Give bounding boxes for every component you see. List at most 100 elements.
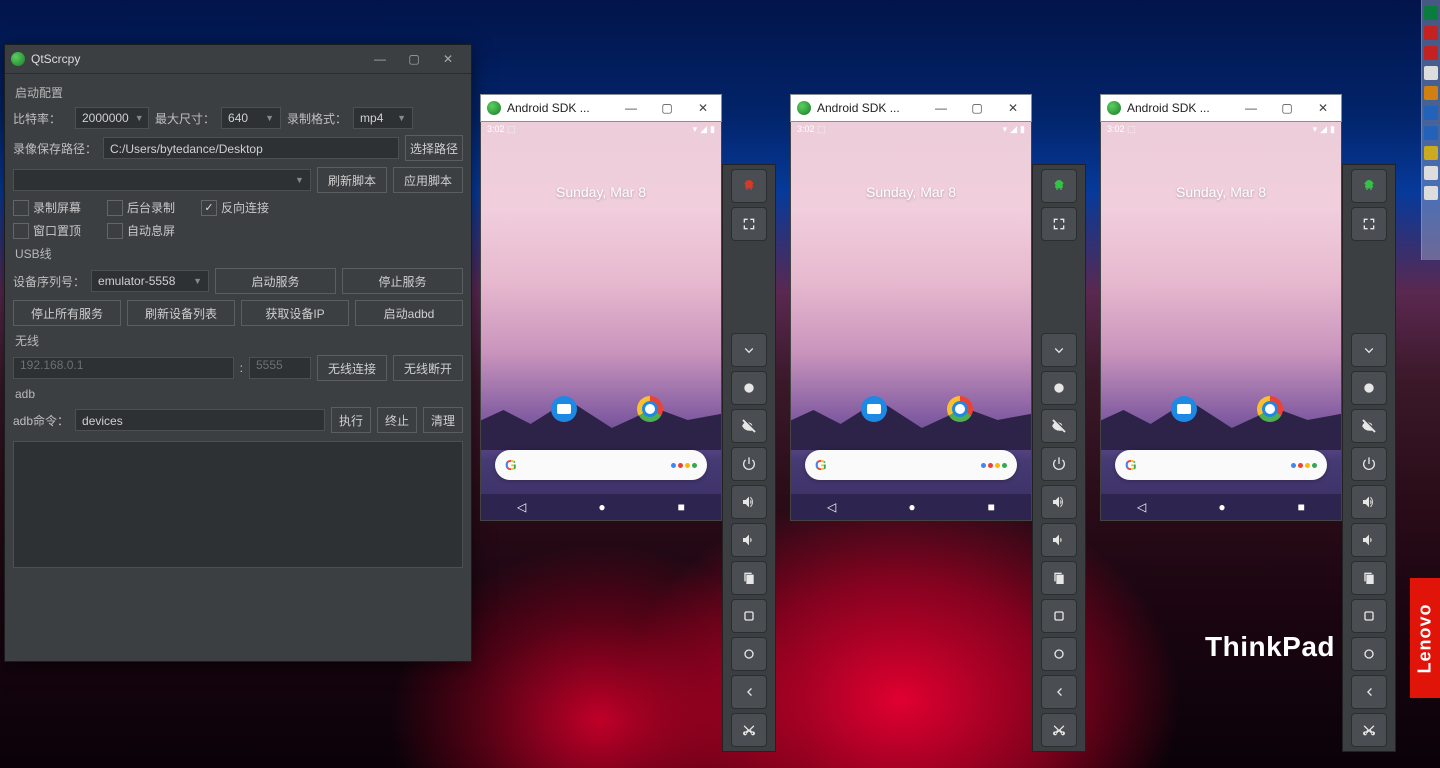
adb-output[interactable] <box>13 441 463 568</box>
serial-select[interactable]: emulator-5558▼ <box>91 270 209 292</box>
assistant-icon[interactable] <box>981 463 1007 468</box>
screen-edge-toolbar[interactable] <box>1421 0 1440 260</box>
minimize-button[interactable]: ― <box>363 45 397 73</box>
phone-screen-1[interactable]: 3:02 ⬚ ▾◢▮ Sunday, Mar 8 G ◁ ● ■ <box>480 122 722 521</box>
adb-terminate-button[interactable]: 终止 <box>377 407 417 433</box>
stop-all-button[interactable]: 停止所有服务 <box>13 300 121 326</box>
script-select[interactable]: ▼ <box>13 169 311 191</box>
assistant-icon[interactable] <box>1291 463 1317 468</box>
assistant-icon[interactable] <box>671 463 697 468</box>
minimize-button[interactable]: ― <box>613 95 649 121</box>
back-button[interactable] <box>1351 675 1387 709</box>
touch-point-button[interactable] <box>1351 371 1387 405</box>
volume-down-button[interactable] <box>1351 523 1387 557</box>
nav-back-icon[interactable]: ◁ <box>517 500 526 514</box>
record-screen-checkbox[interactable] <box>13 200 29 216</box>
volume-up-button[interactable] <box>731 485 767 519</box>
home-button[interactable] <box>731 637 767 671</box>
adb-clear-button[interactable]: 清理 <box>423 407 463 433</box>
window-top-checkbox[interactable] <box>13 223 29 239</box>
screenshot-button[interactable] <box>1041 713 1077 747</box>
fullscreen-button[interactable] <box>1041 207 1077 241</box>
maximize-button[interactable]: ▢ <box>397 45 431 73</box>
messages-app-icon[interactable] <box>551 396 577 422</box>
phone-screen-3[interactable]: 3:02 ⬚ ▾◢▮ Sunday, Mar 8 G ◁ ● ■ <box>1100 122 1342 521</box>
google-search-bar[interactable]: G <box>805 450 1017 480</box>
bitrate-select[interactable]: 2000000▼ <box>75 107 149 129</box>
nav-home-icon[interactable]: ● <box>908 500 915 514</box>
get-ip-button[interactable]: 获取设备IP <box>241 300 349 326</box>
maximize-button[interactable]: ▢ <box>959 95 995 121</box>
messages-app-icon[interactable] <box>861 396 887 422</box>
refresh-devices-button[interactable]: 刷新设备列表 <box>127 300 235 326</box>
volume-up-button[interactable] <box>1041 485 1077 519</box>
nav-recents-icon[interactable]: ■ <box>1298 500 1305 514</box>
qtscrcpy-titlebar[interactable]: QtScrcpy ― ▢ ✕ <box>5 45 471 74</box>
expand-notification-button[interactable] <box>1041 333 1077 367</box>
close-button[interactable]: ✕ <box>1305 95 1341 121</box>
touch-toggle-button[interactable] <box>1351 169 1387 203</box>
app-switch-button[interactable] <box>731 599 767 633</box>
adb-cmd-input[interactable]: devices <box>75 409 325 431</box>
touch-toggle-button[interactable] <box>1041 169 1077 203</box>
start-adbd-button[interactable]: 启动adbd <box>355 300 463 326</box>
nav-back-icon[interactable]: ◁ <box>827 500 836 514</box>
google-search-bar[interactable]: G <box>495 450 707 480</box>
app-switch-button[interactable] <box>1351 599 1387 633</box>
wireless-connect-button[interactable]: 无线连接 <box>317 355 387 381</box>
copy-button[interactable] <box>731 561 767 595</box>
choose-path-button[interactable]: 选择路径 <box>405 135 463 161</box>
screen-off-button[interactable] <box>731 409 767 443</box>
home-button[interactable] <box>1351 637 1387 671</box>
screen-off-button[interactable] <box>1351 409 1387 443</box>
nav-home-icon[interactable]: ● <box>1218 500 1225 514</box>
auto-off-checkbox[interactable] <box>107 223 123 239</box>
google-search-bar[interactable]: G <box>1115 450 1327 480</box>
android-titlebar-3[interactable]: Android SDK ... ― ▢ ✕ <box>1100 94 1342 122</box>
power-button[interactable] <box>1351 447 1387 481</box>
expand-notification-button[interactable] <box>731 333 767 367</box>
volume-down-button[interactable] <box>1041 523 1077 557</box>
fullscreen-button[interactable] <box>731 207 767 241</box>
power-button[interactable] <box>731 447 767 481</box>
app-switch-button[interactable] <box>1041 599 1077 633</box>
copy-button[interactable] <box>1351 561 1387 595</box>
back-button[interactable] <box>731 675 767 709</box>
adb-execute-button[interactable]: 执行 <box>331 407 371 433</box>
minimize-button[interactable]: ― <box>1233 95 1269 121</box>
nav-home-icon[interactable]: ● <box>598 500 605 514</box>
volume-up-button[interactable] <box>1351 485 1387 519</box>
chrome-app-icon[interactable] <box>1257 396 1283 422</box>
reverse-connect-checkbox[interactable]: ✓ <box>201 200 217 216</box>
back-button[interactable] <box>1041 675 1077 709</box>
refresh-script-button[interactable]: 刷新脚本 <box>317 167 387 193</box>
touch-toggle-button[interactable] <box>731 169 767 203</box>
home-button[interactable] <box>1041 637 1077 671</box>
minimize-button[interactable]: ― <box>923 95 959 121</box>
apply-script-button[interactable]: 应用脚本 <box>393 167 463 193</box>
recpath-input[interactable]: C:/Users/bytedance/Desktop <box>103 137 399 159</box>
android-titlebar-2[interactable]: Android SDK ... ― ▢ ✕ <box>790 94 1032 122</box>
maximize-button[interactable]: ▢ <box>649 95 685 121</box>
screenshot-button[interactable] <box>1351 713 1387 747</box>
close-button[interactable]: ✕ <box>685 95 721 121</box>
touch-point-button[interactable] <box>1041 371 1077 405</box>
wireless-disconnect-button[interactable]: 无线断开 <box>393 355 463 381</box>
recformat-select[interactable]: mp4▼ <box>353 107 413 129</box>
nav-recents-icon[interactable]: ■ <box>988 500 995 514</box>
start-service-button[interactable]: 启动服务 <box>215 268 336 294</box>
copy-button[interactable] <box>1041 561 1077 595</box>
maxsize-select[interactable]: 640▼ <box>221 107 281 129</box>
ip-input[interactable]: 192.168.0.1 <box>13 357 234 379</box>
chrome-app-icon[interactable] <box>947 396 973 422</box>
volume-down-button[interactable] <box>731 523 767 557</box>
messages-app-icon[interactable] <box>1171 396 1197 422</box>
phone-screen-2[interactable]: 3:02 ⬚ ▾◢▮ Sunday, Mar 8 G ◁ ● ■ <box>790 122 1032 521</box>
stop-service-button[interactable]: 停止服务 <box>342 268 463 294</box>
maximize-button[interactable]: ▢ <box>1269 95 1305 121</box>
fullscreen-button[interactable] <box>1351 207 1387 241</box>
touch-point-button[interactable] <box>731 371 767 405</box>
nav-recents-icon[interactable]: ■ <box>678 500 685 514</box>
background-record-checkbox[interactable] <box>107 200 123 216</box>
expand-notification-button[interactable] <box>1351 333 1387 367</box>
